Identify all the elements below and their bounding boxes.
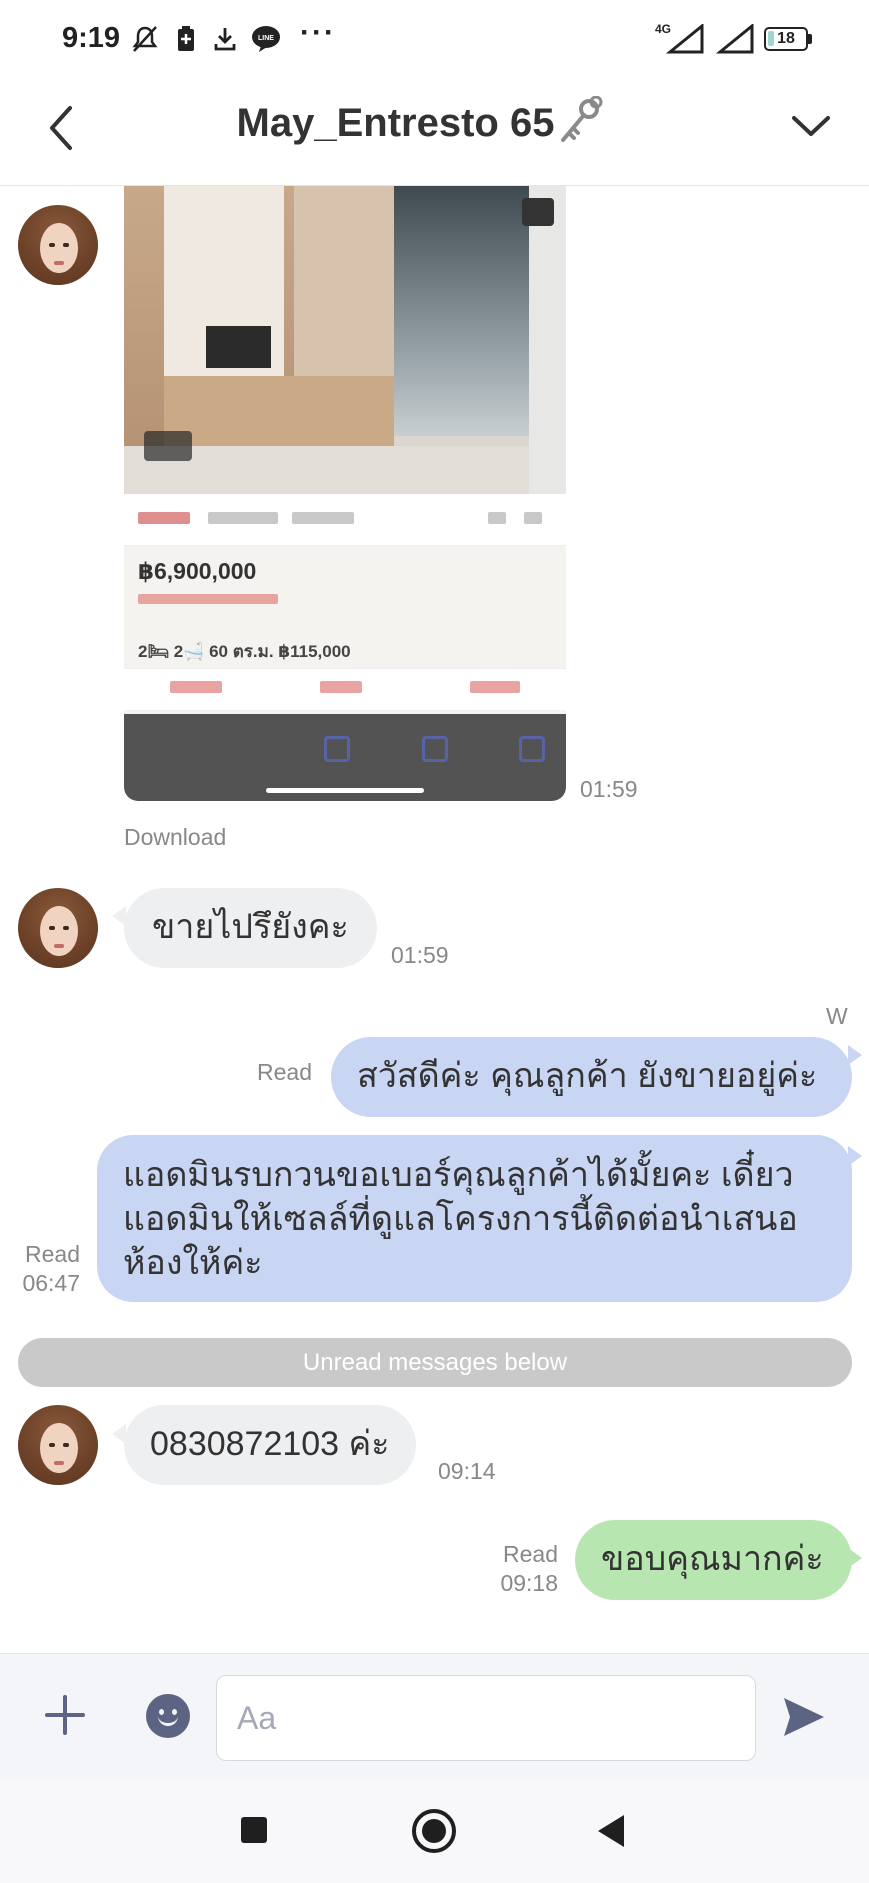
system-nav-bar [0, 1777, 869, 1883]
line-app-icon: LINE [252, 26, 280, 52]
listing-screenshot-image[interactable]: ฿6,900,000 2🛏 2🛁 60 ตร.ม. ฿115,000 [124, 186, 566, 801]
message-input[interactable] [216, 1675, 756, 1761]
chevron-down-icon[interactable] [786, 102, 836, 152]
gallery-icon [144, 431, 192, 461]
battery-saver-icon [178, 26, 194, 51]
read-status: Read 06:47 [10, 1240, 80, 1298]
battery-tip [808, 34, 812, 44]
message-bubble[interactable]: ขอบคุณมากค่ะ [575, 1520, 852, 1600]
message-time: 09:18 [500, 1570, 558, 1596]
bubble-tail [848, 1548, 862, 1568]
home-icon[interactable] [412, 1809, 456, 1853]
read-status: Read [257, 1059, 312, 1085]
message-time: 01:59 [391, 942, 449, 968]
listing-price: ฿6,900,000 [138, 558, 257, 584]
listing-installment [138, 594, 278, 604]
message-bubble[interactable]: ขายไปรึยังคะ [124, 888, 377, 968]
avatar[interactable] [18, 1405, 98, 1485]
message-time: 01:59 [580, 776, 638, 802]
read-label: Read [503, 1541, 558, 1567]
message-line: ห้องให้ค่ะ [123, 1244, 263, 1282]
more-icon: ··· [300, 16, 336, 49]
message-bubble[interactable]: แอดมินรบกวนขอเบอร์คุณลูกค้าได้มั้ยคะ เดี… [97, 1135, 852, 1302]
message-input-bar [0, 1653, 869, 1777]
listing-navbar [124, 714, 566, 801]
chat-title: May_Entresto 65 [0, 96, 869, 150]
avatar[interactable] [18, 888, 98, 968]
mute-icon [132, 26, 158, 52]
bubble-tail [848, 1146, 862, 1166]
emoji-icon[interactable] [146, 1694, 190, 1738]
message-line: แอดมินรบกวนขอเบอร์คุณลูกค้าได้มั้ยคะ เดี… [123, 1156, 794, 1194]
room-photo [124, 186, 566, 494]
message-bubble[interactable]: สวัสดีค่ะ คุณลูกค้า ยังขายอยู่ค่ะ [331, 1037, 852, 1117]
message-time: 09:14 [438, 1458, 496, 1484]
listing-actions [124, 668, 566, 710]
recent-apps-icon[interactable] [241, 1817, 267, 1843]
expand-icon [522, 198, 554, 226]
key-icon [561, 96, 603, 142]
read-status: Read 09:18 [480, 1540, 558, 1598]
chat-title-text: May_Entresto 65 [236, 100, 555, 145]
plus-icon[interactable] [44, 1694, 86, 1736]
status-time: 9:19 [62, 22, 121, 54]
status-bar: 9:19 LINE ··· 4G 18 [0, 0, 869, 76]
message-line: แอดมินให้เซลล์ที่ดูแลโครงการนี้ติดต่อนำเ… [123, 1200, 798, 1238]
signal-icon [666, 24, 704, 54]
signal-icon [716, 24, 754, 54]
listing-tabs [124, 494, 566, 546]
sender-name: W [826, 1003, 848, 1029]
battery-label: 18 [777, 30, 795, 47]
battery-icon: 18 [764, 27, 808, 51]
send-icon[interactable] [780, 1694, 828, 1740]
svg-text:LINE: LINE [258, 35, 274, 42]
read-label: Read [25, 1241, 80, 1267]
download-link[interactable]: Download [124, 824, 226, 851]
download-icon [214, 28, 236, 51]
message-time: 06:47 [22, 1270, 80, 1296]
chat-header: May_Entresto 65 [0, 76, 869, 186]
back-icon[interactable] [598, 1815, 624, 1847]
listing-specs: 2🛏 2🛁 60 ตร.ม. ฿115,000 [138, 642, 351, 661]
unread-divider: Unread messages below [18, 1338, 852, 1387]
message-bubble[interactable]: 0830872103 ค่ะ [124, 1405, 416, 1485]
bubble-tail [848, 1045, 862, 1065]
avatar[interactable] [18, 205, 98, 285]
